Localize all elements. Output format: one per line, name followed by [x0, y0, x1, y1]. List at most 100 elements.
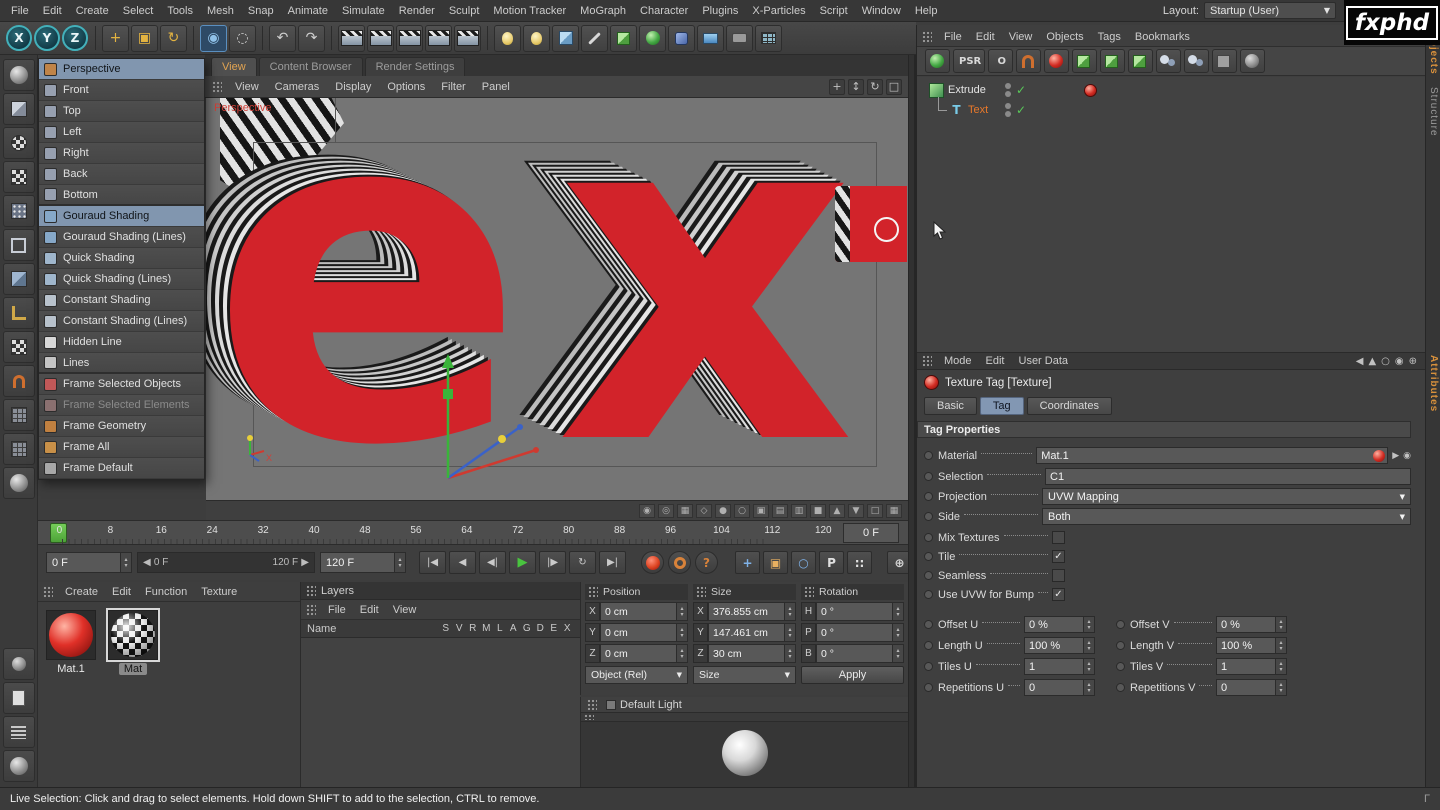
viewport-camera-label[interactable]: Perspective	[214, 102, 271, 114]
rotate-view-icon[interactable]: ↻	[867, 78, 883, 95]
scale-tool-button[interactable]: ▣	[131, 24, 158, 52]
menubar-item[interactable]: Edit	[36, 0, 69, 21]
camera-lock-icon[interactable]: ◉	[639, 503, 655, 518]
play-backward-button[interactable]: ◀	[449, 551, 476, 574]
shading-icon[interactable]: ●	[715, 503, 731, 518]
view-menu-item[interactable]: Bottom	[39, 185, 204, 206]
add-camera-button[interactable]	[726, 24, 753, 52]
object-name[interactable]: Extrude	[948, 84, 986, 96]
panel-divider[interactable]	[908, 55, 915, 787]
view-menu-item[interactable]: Left	[39, 122, 204, 143]
object-manager-menu-item[interactable]: Tags	[1091, 27, 1128, 46]
view-menu-item[interactable]: Hidden Line	[39, 332, 204, 353]
picture-viewer-icon[interactable]	[2, 750, 35, 782]
keyframe-dot-icon[interactable]	[924, 662, 933, 671]
viewport-tab[interactable]: View	[211, 57, 257, 76]
object-mode-dropdown[interactable]: Object (Rel) ▼	[585, 666, 688, 684]
keyframe-dot-icon[interactable]	[1116, 662, 1125, 671]
stepper-icon[interactable]: ▴ ▾	[1083, 638, 1094, 653]
menubar-item[interactable]: Select	[116, 0, 161, 21]
flag-column-header[interactable]: R	[466, 623, 480, 634]
dolly-view-icon[interactable]: ↕	[848, 78, 864, 95]
autokey-button[interactable]	[668, 551, 691, 574]
menubar-item[interactable]: Simulate	[335, 0, 392, 21]
stepper-icon[interactable]: ▴ ▾	[1275, 659, 1286, 674]
viewport-menu-item[interactable]: Panel	[474, 76, 518, 97]
previous-frame-button[interactable]: ◀|	[479, 551, 506, 574]
stepper-icon[interactable]: ▴ ▾	[892, 603, 903, 620]
menubar-item[interactable]: Sculpt	[442, 0, 487, 21]
viewport-menu-item[interactable]: Cameras	[267, 76, 328, 97]
keyframe-dot-icon[interactable]	[924, 683, 933, 692]
checkbox[interactable]	[1052, 550, 1065, 563]
panel-grip-icon[interactable]	[212, 80, 222, 93]
stepper-icon[interactable]: ▴ ▾	[676, 645, 687, 662]
view-menu-item[interactable]: Top	[39, 101, 204, 122]
view-menu-item[interactable]: Perspective	[39, 59, 204, 80]
coordinate-field[interactable]: 0 cm ▴ ▾	[600, 602, 688, 621]
layout-select[interactable]: Startup (User) ▼	[1204, 2, 1336, 19]
current-frame-field[interactable]: 0 F ▴ ▾	[46, 552, 132, 573]
keyframe-dot-icon[interactable]	[1116, 683, 1125, 692]
visibility-dots-icon[interactable]	[1005, 103, 1011, 117]
panel-grip-icon[interactable]	[922, 30, 932, 43]
coordinate-field[interactable]: 147.461 cm ▴ ▾	[708, 623, 796, 642]
grid-toggle-icon[interactable]: ▦	[677, 503, 693, 518]
uv-value-field[interactable]: 100 % ▴ ▾	[1024, 637, 1095, 654]
stepper-icon[interactable]: ▴ ▾	[1083, 659, 1094, 674]
view-menu-item[interactable]: Quick Shading (Lines)	[39, 269, 204, 290]
camera-icon[interactable]: ◎	[658, 503, 674, 518]
checkbox[interactable]	[1052, 588, 1065, 601]
flag-column-header[interactable]: V	[453, 623, 467, 634]
object-name[interactable]: Text	[968, 104, 988, 116]
view-menu-item[interactable]: Frame Geometry	[39, 416, 204, 437]
attributes-menu-item[interactable]: User Data	[1012, 353, 1076, 369]
reset-psr-icon[interactable]	[925, 49, 950, 73]
origin-button[interactable]: O	[988, 49, 1014, 73]
current-frame-box[interactable]: 0 F	[843, 523, 899, 543]
layers-menu-item[interactable]: File	[321, 600, 353, 619]
material-menu-item[interactable]: Create	[58, 582, 105, 601]
workplane-mode-icon[interactable]	[2, 161, 35, 193]
pick-material-icon[interactable]: ◉	[1403, 451, 1411, 461]
visibility-dots-icon[interactable]	[1005, 83, 1011, 97]
coordinate-field[interactable]: 0 ° ▴ ▾	[816, 602, 904, 621]
object-manager-menu-item[interactable]: Bookmarks	[1128, 27, 1197, 46]
up-icon[interactable]: ▲	[1368, 356, 1376, 367]
attributes-tab[interactable]: Coordinates	[1026, 397, 1112, 415]
keyframe-dot-icon[interactable]	[924, 512, 933, 521]
search-icon[interactable]: ○	[1381, 356, 1390, 367]
object-manager-menu-item[interactable]: Edit	[969, 27, 1002, 46]
record-position-button[interactable]: +	[735, 551, 760, 574]
dock-tab-attributes[interactable]: Attributes	[1428, 355, 1439, 412]
view-menu-item[interactable]: Front	[39, 80, 204, 101]
magnet-icon[interactable]	[1016, 49, 1042, 73]
coordinate-field[interactable]: 0 cm ▴ ▾	[600, 623, 688, 642]
menubar-item[interactable]: Help	[908, 0, 945, 21]
menubar-item[interactable]: File	[4, 0, 36, 21]
view-menu-item[interactable]: Gouraud Shading (Lines)	[39, 227, 204, 248]
axis-gizmo[interactable]: X	[206, 98, 908, 500]
stepper-icon[interactable]: ▴ ▾	[1083, 617, 1094, 632]
attributes-menu-item[interactable]: Edit	[979, 353, 1012, 369]
workplane-icon[interactable]	[2, 399, 35, 431]
material-item[interactable]: Mat	[106, 608, 160, 675]
content-browser-icon[interactable]	[2, 682, 35, 714]
enabled-check-icon[interactable]: ✓	[1016, 83, 1026, 97]
viewport-menu-item[interactable]: View	[227, 76, 267, 97]
flag-column-header[interactable]: A	[507, 623, 521, 634]
view-menu-item[interactable]: Constant Shading (Lines)	[39, 311, 204, 332]
menubar-item[interactable]: Script	[813, 0, 855, 21]
material-ball-icon[interactable]	[1044, 49, 1070, 73]
generator2-icon[interactable]	[1100, 49, 1126, 73]
keyframe-options-button[interactable]: ?	[695, 551, 718, 574]
menubar-item[interactable]: Animate	[281, 0, 335, 21]
checkbox[interactable]	[1052, 569, 1065, 582]
stepper-icon[interactable]: ▴ ▾	[676, 603, 687, 620]
viewport-tab[interactable]: Content Browser	[258, 57, 363, 76]
menubar-item[interactable]: Render	[392, 0, 442, 21]
material-menu-item[interactable]: Edit	[105, 582, 138, 601]
dock-tab-structure[interactable]: Structure	[1428, 87, 1439, 137]
add-mograph-button[interactable]	[639, 24, 666, 52]
keyframe-dot-icon[interactable]	[924, 590, 933, 599]
